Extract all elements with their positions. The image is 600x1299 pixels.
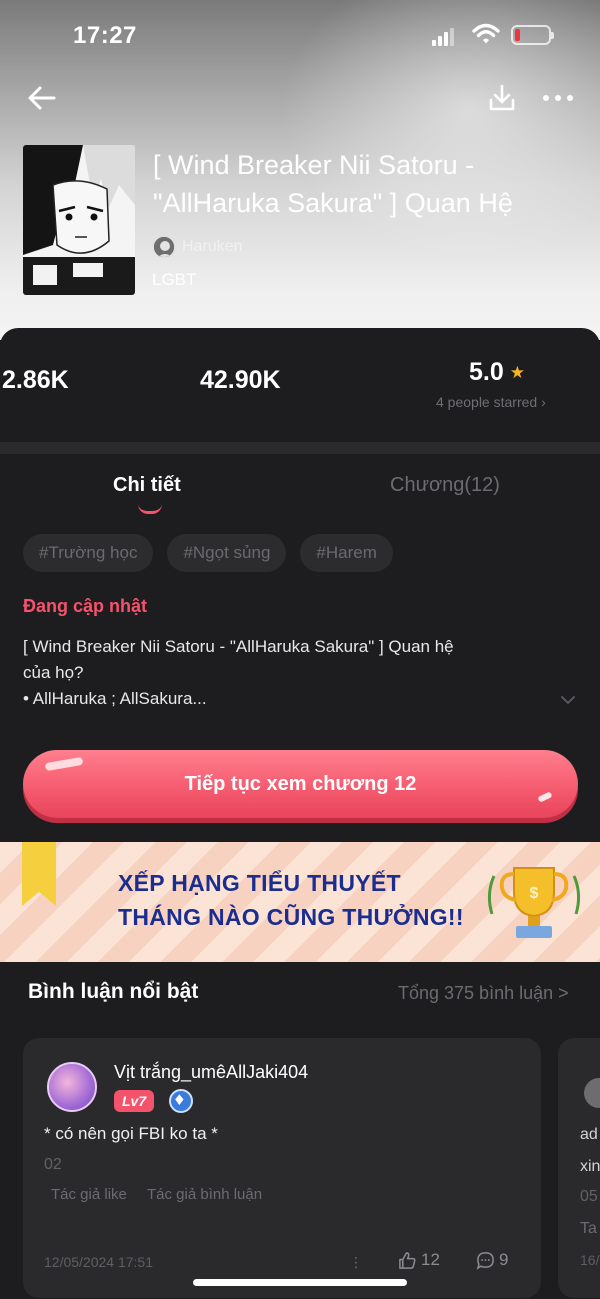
tag-chip[interactable]: #Trường học bbox=[23, 534, 154, 572]
stats-row: 2.86K 42.90K 5.0 ★ 4 people starred › bbox=[0, 328, 600, 442]
reply-button[interactable]: 9 bbox=[476, 1250, 508, 1270]
all-comments-link[interactable]: Tổng 375 bình luận > bbox=[398, 983, 569, 1004]
avatar[interactable] bbox=[47, 1062, 97, 1112]
comment-text: * có nên gọi FBI ko ta * bbox=[44, 1124, 218, 1143]
rating[interactable]: 5.0 ★ bbox=[469, 358, 525, 387]
chat-bubble-icon bbox=[476, 1251, 494, 1270]
wifi-icon bbox=[472, 23, 500, 44]
tag-chip[interactable]: #Harem bbox=[300, 534, 393, 572]
update-status: Đang cập nhật bbox=[23, 596, 148, 616]
comment-date: 12/05/2024 17:51 bbox=[44, 1254, 153, 1270]
home-indicator[interactable] bbox=[193, 1279, 407, 1286]
more-options-icon[interactable] bbox=[540, 82, 576, 114]
active-tab-indicator bbox=[138, 504, 162, 514]
status-bar: 17:27 bbox=[0, 0, 600, 70]
tab-bar: Chi tiết Chương(12) bbox=[0, 454, 600, 524]
novel-title: [ Wind Breaker Nii Satoru - "AllHaruka S… bbox=[153, 150, 513, 218]
tag-list: #Trường học #Ngọt sủng #Harem bbox=[23, 534, 393, 572]
cover-image[interactable] bbox=[23, 145, 135, 295]
description-line: của họ? bbox=[23, 663, 84, 682]
comment-more-icon[interactable]: ⋮ bbox=[349, 1254, 363, 1271]
comment-text-fragment: ad bbox=[580, 1126, 598, 1143]
rating-value: 5.0 bbox=[469, 358, 504, 386]
level-badge: Lv7 bbox=[114, 1090, 155, 1112]
tab-details[interactable]: Chi tiết bbox=[113, 474, 181, 497]
svg-text:$: $ bbox=[530, 885, 539, 902]
starred-count-link[interactable]: 4 people starred › bbox=[436, 394, 546, 410]
author-link[interactable]: Haruken bbox=[153, 234, 242, 260]
reply-count: 9 bbox=[499, 1250, 509, 1269]
description-line: • AllHaruka ; AllSakura... bbox=[23, 689, 207, 708]
author-avatar bbox=[153, 236, 175, 258]
featured-comments-title: Bình luận nổi bật bbox=[28, 980, 199, 1003]
banner-text: THÁNG NÀO CŨNG THƯỞNG!! bbox=[118, 904, 464, 930]
author-replied-chip: Tác giả bình luận bbox=[147, 1186, 263, 1203]
section-divider bbox=[0, 442, 600, 454]
download-icon[interactable] bbox=[486, 82, 518, 114]
novel-header: 17:27 [ Wind Breaker Nii Satoru - "AllHa… bbox=[0, 0, 600, 340]
description-line: [ Wind Breaker Nii Satoru - "AllHaruka S… bbox=[23, 637, 454, 656]
like-count: 12 bbox=[421, 1250, 440, 1269]
author-name: Haruken bbox=[182, 238, 243, 255]
comment-text-fragment: 05 bbox=[580, 1188, 598, 1205]
like-button[interactable]: 12 bbox=[398, 1250, 440, 1270]
thumbs-up-icon bbox=[399, 1251, 416, 1269]
cellular-signal-icon bbox=[432, 28, 458, 46]
avatar[interactable] bbox=[584, 1078, 600, 1108]
battery-icon bbox=[511, 25, 554, 45]
comment-username[interactable]: Vịt trắng_umêAllJaki404 bbox=[114, 1062, 308, 1083]
ribbon-icon bbox=[22, 842, 56, 906]
tag-chip[interactable]: #Ngọt sủng bbox=[167, 534, 287, 572]
tab-chapters[interactable]: Chương(12) bbox=[390, 474, 500, 497]
reads-count: 2.86K bbox=[2, 366, 69, 394]
author-liked-chip: Tác giả like bbox=[51, 1186, 127, 1203]
diamond-badge-icon bbox=[169, 1089, 193, 1113]
comment-card[interactable]: ad xin 05 Ta 16/ bbox=[558, 1038, 600, 1298]
continue-reading-label: Tiếp tục xem chương 12 bbox=[184, 772, 417, 795]
banner-text: XẾP HẠNG TIỂU THUYẾT bbox=[118, 870, 401, 896]
status-time: 17:27 bbox=[73, 22, 137, 49]
votes-count: 42.90K bbox=[200, 366, 281, 394]
genre-label[interactable]: LGBT bbox=[152, 270, 196, 290]
trophy-icon: $ bbox=[487, 867, 581, 938]
star-icon: ★ bbox=[509, 362, 526, 382]
novel-description[interactable]: [ Wind Breaker Nii Satoru - "AllHaruka S… bbox=[23, 634, 553, 712]
chevron-down-icon[interactable] bbox=[560, 694, 576, 706]
back-arrow-icon[interactable] bbox=[24, 80, 60, 116]
comment-text-fragment: Ta bbox=[580, 1220, 597, 1237]
comment-text-fragment: 16/ bbox=[580, 1252, 600, 1268]
comment-number: 02 bbox=[44, 1156, 62, 1173]
continue-reading-button[interactable]: Tiếp tục xem chương 12 bbox=[23, 750, 578, 818]
comment-text-fragment: xin bbox=[580, 1158, 600, 1175]
comment-card[interactable]: Vịt trắng_umêAllJaki404 Lv7 * có nên gọi… bbox=[23, 1038, 541, 1298]
